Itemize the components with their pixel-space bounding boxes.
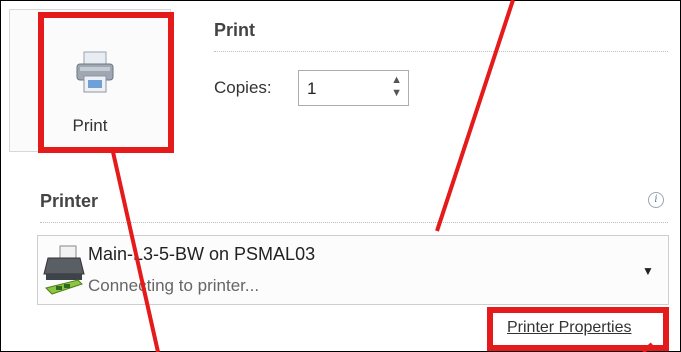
annotation-line-left xyxy=(111,151,160,352)
annotation-lines xyxy=(111,0,654,352)
annotation-line-right xyxy=(641,342,654,352)
annotation-line-top xyxy=(435,0,515,232)
